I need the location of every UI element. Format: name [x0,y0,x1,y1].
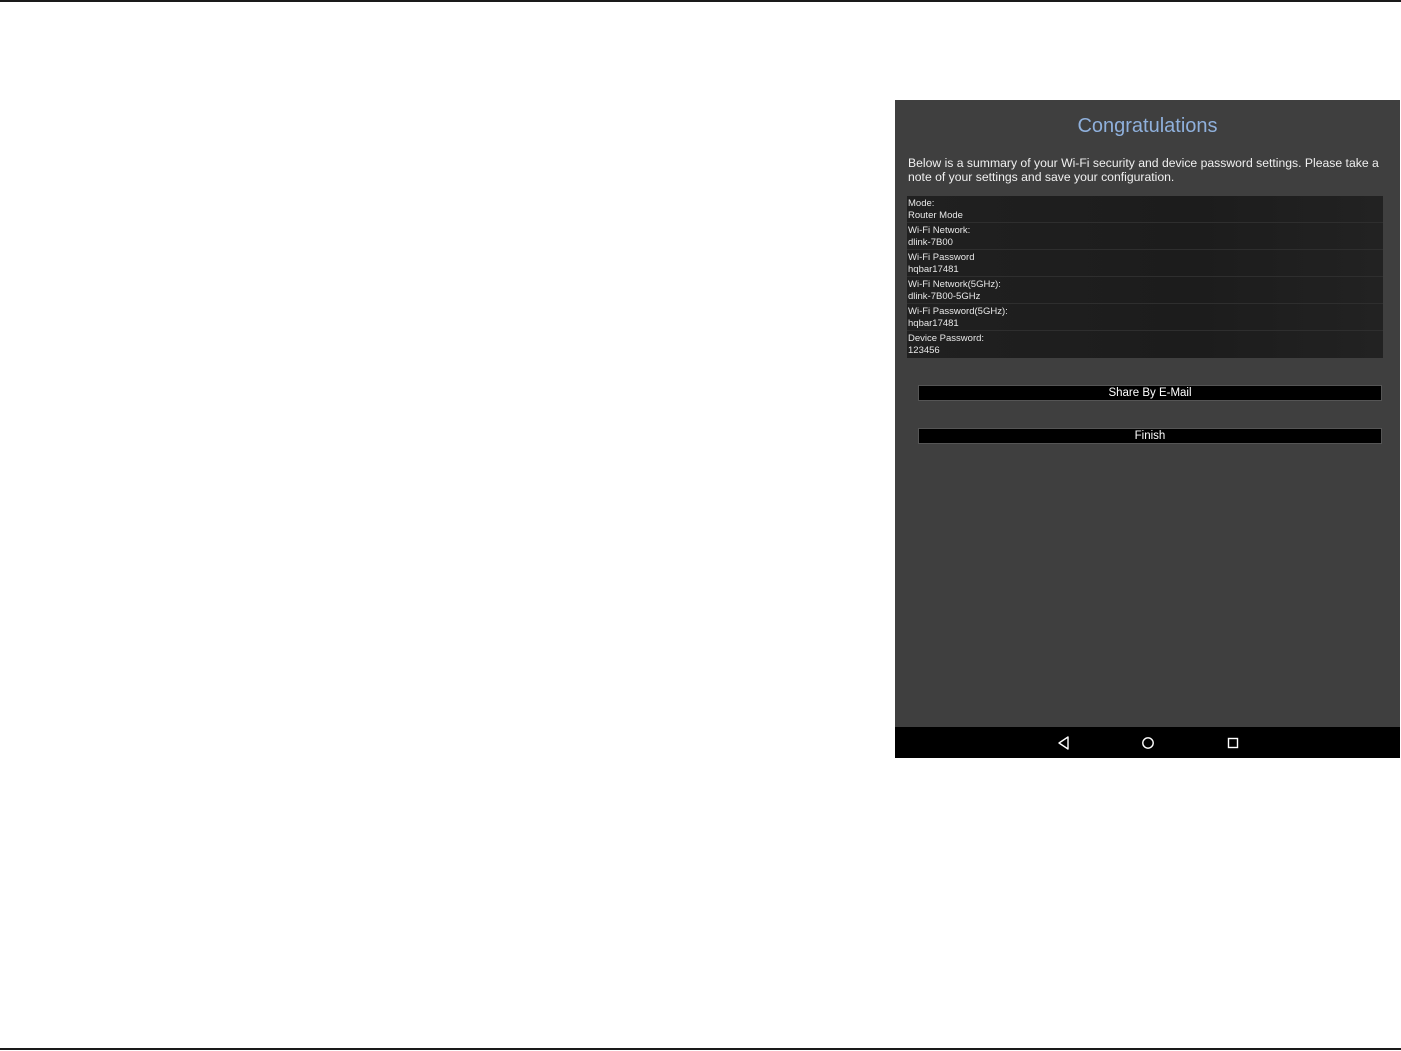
wifi-password-5ghz-value: hqbar17481 [908,318,959,329]
wifi-network-5ghz-label: Wi-Fi Network(5GHz): [908,279,1001,290]
settings-summary: Mode: Router Mode Wi-Fi Network: dlink-7… [907,196,1383,358]
wifi-network-value: dlink-7B00 [908,237,953,248]
page-top-rule [0,0,1401,2]
page-title: Congratulations [1077,115,1218,137]
recent-apps-icon[interactable] [1225,735,1241,751]
wifi-network-label: Wi-Fi Network: [908,225,971,236]
summary-row-wifi-network-5ghz: Wi-Fi Network(5GHz): dlink-7B00-5GHz [907,277,1383,304]
finish-button[interactable]: Finish [918,428,1382,444]
wifi-password-5ghz-label: Wi-Fi Password(5GHz): [908,306,1008,317]
summary-row-wifi-network: Wi-Fi Network: dlink-7B00 [907,223,1383,250]
mode-value: Router Mode [908,210,963,221]
device-password-label: Device Password: [908,333,985,344]
summary-row-device-password: Device Password: 123456 [907,331,1383,358]
summary-row-wifi-password-5ghz: Wi-Fi Password(5GHz): hqbar17481 [907,304,1383,331]
summary-row-mode: Mode: Router Mode [907,196,1383,223]
wifi-password-value: hqbar17481 [908,264,959,275]
summary-row-wifi-password: Wi-Fi Password hqbar17481 [907,250,1383,277]
android-navigation-bar [895,727,1400,758]
phone-screen: Congratulations Below is a summary of yo… [895,100,1400,758]
device-password-value: 123456 [908,345,940,356]
wifi-network-5ghz-value: dlink-7B00-5GHz [908,291,981,302]
intro-text: Below is a summary of your Wi-Fi securit… [908,156,1379,184]
home-icon[interactable] [1140,735,1156,751]
back-icon[interactable] [1056,735,1072,751]
mode-label: Mode: [908,198,935,209]
wifi-password-label: Wi-Fi Password [908,252,975,263]
share-by-email-button[interactable]: Share By E-Mail [918,385,1382,401]
page-bottom-rule [0,1048,1401,1050]
